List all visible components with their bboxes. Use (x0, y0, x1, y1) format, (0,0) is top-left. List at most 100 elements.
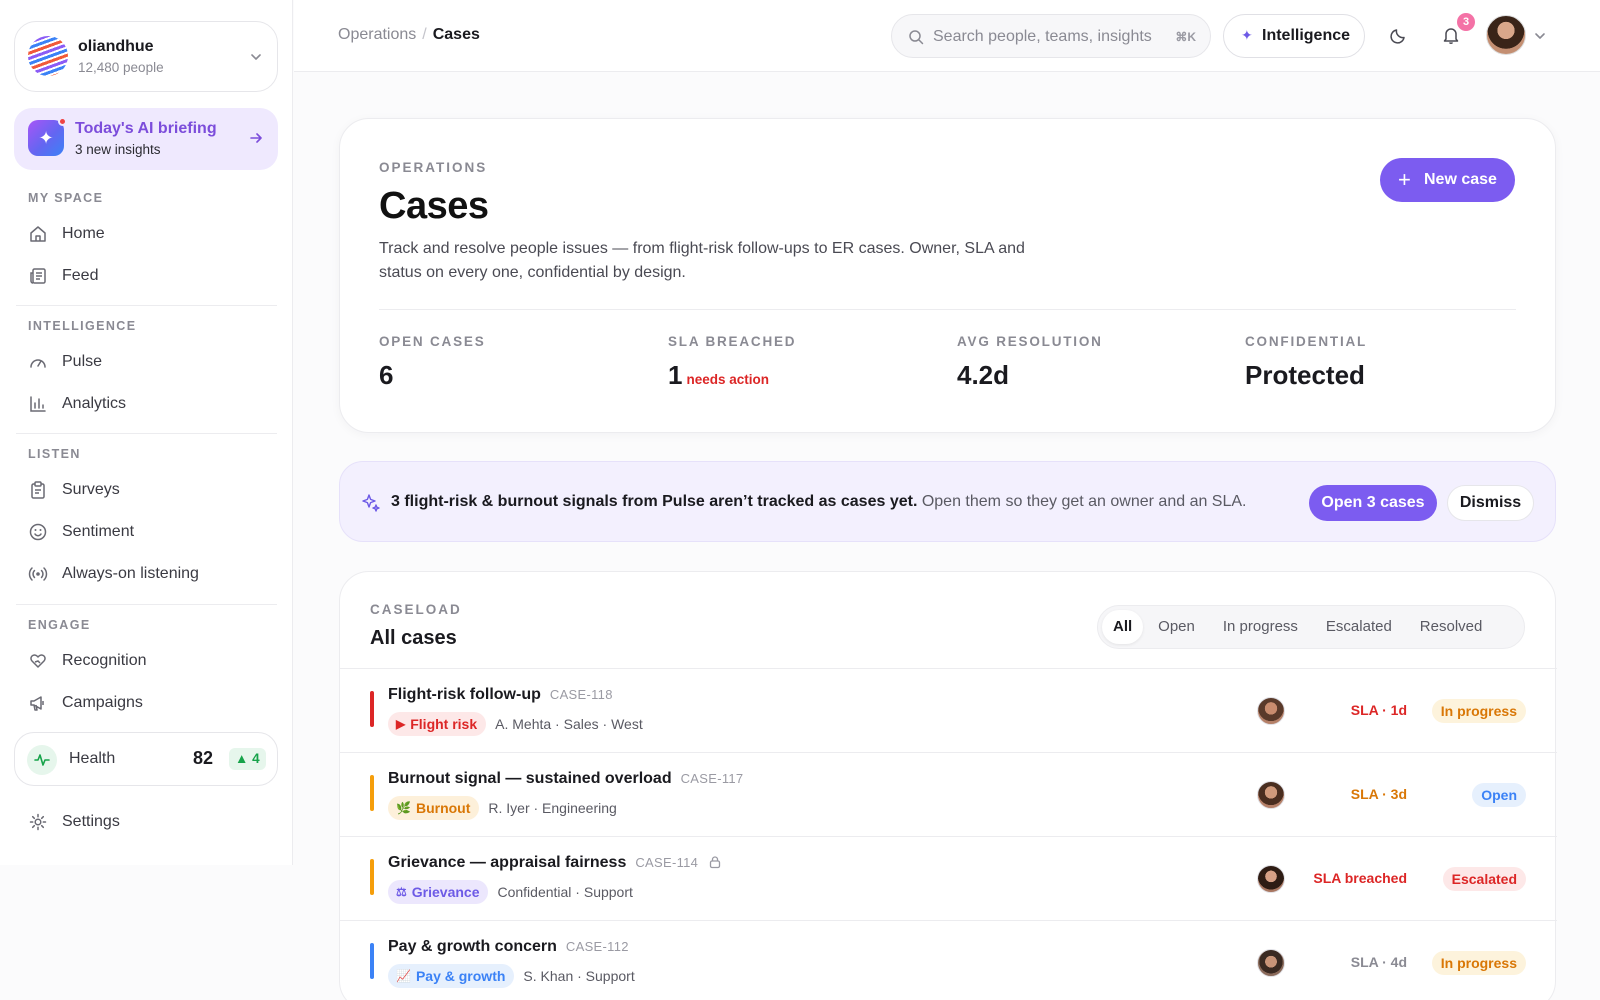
sidebar-item-pulse[interactable]: Pulse (28, 345, 278, 379)
open-cases-button[interactable]: Open 3 cases (1309, 485, 1437, 521)
sidebar-item-campaigns[interactable]: Campaigns (28, 686, 278, 720)
sidebar-item-settings[interactable]: Settings (28, 805, 278, 839)
stat-value: 4.2d (957, 360, 1010, 390)
dismiss-button[interactable]: Dismiss (1447, 485, 1534, 521)
heart-hand-icon (30, 654, 46, 668)
case-tag-label: Flight risk (410, 716, 478, 732)
breadcrumb-operations[interactable]: Operations (338, 26, 416, 43)
caseload-title: All cases (370, 627, 457, 649)
section-label-listen: LISTEN (28, 447, 81, 461)
stat-avg-resolution: AVG RESOLUTION 4.2d (957, 334, 1103, 391)
search-placeholder: Search people, teams, insights (933, 28, 1152, 45)
banner-message: 3 flight-risk & burnout signals from Pul… (391, 493, 1247, 511)
search-shortcut: ⌘K (1175, 30, 1196, 44)
case-meta: Confidential · Support (497, 884, 633, 900)
pulse-signals-banner: 3 flight-risk & burnout signals from Pul… (339, 461, 1556, 542)
trend-up-icon: 📈 (396, 969, 411, 983)
case-id: CASE-118 (549, 687, 613, 702)
stat-label: AVG RESOLUTION (957, 334, 1103, 349)
tab-in-progress[interactable]: In progress (1210, 610, 1311, 644)
tab-resolved[interactable]: Resolved (1407, 610, 1496, 644)
sidebar-item-surveys[interactable]: Surveys (28, 473, 278, 507)
intelligence-button[interactable]: ✦ Intelligence (1223, 14, 1365, 58)
case-title: Pay & growth concern (388, 938, 557, 955)
caseload-eyebrow: CASELOAD (370, 602, 462, 617)
status-filter-tabs: All Open In progress Escalated Resolved (1097, 605, 1525, 649)
case-row[interactable]: Burnout signal — sustained overload CASE-… (340, 752, 1557, 836)
owner-avatar[interactable] (1257, 949, 1285, 977)
sla-indicator: SLA · 3d (1350, 786, 1407, 802)
banner-sub-text: Open them so they get an owner and an SL… (917, 493, 1247, 510)
scales-icon: ⚖ (396, 885, 407, 899)
top-bar: Operations / Cases Search people, teams, i… (294, 0, 1600, 72)
health-score-card[interactable]: Health 82 ▲ 4 (14, 732, 278, 786)
sidebar: oliandhue 12,480 people ✦ Today's AI bri… (0, 0, 293, 865)
case-id: CASE-117 (680, 771, 744, 786)
sla-indicator: SLA · 4d (1350, 954, 1407, 970)
case-tag: 📈 Pay & growth (388, 964, 515, 988)
leaf-icon: 🌿 (396, 801, 411, 815)
broadcast-icon (28, 567, 48, 581)
section-label-intelligence: INTELLIGENCE (28, 319, 137, 333)
case-row[interactable]: Flight-risk follow-up CASE-118 ▶ Flight ri… (340, 668, 1557, 752)
sidebar-item-label: Recognition (62, 652, 147, 669)
section-label-engage: ENGAGE (28, 618, 91, 632)
sidebar-item-label: Campaigns (62, 694, 143, 711)
chevron-down-icon[interactable] (1534, 30, 1546, 42)
new-case-button[interactable]: + New case (1380, 158, 1515, 202)
stat-label: SLA BREACHED (668, 334, 797, 349)
tab-open[interactable]: Open (1145, 610, 1208, 644)
case-title: Flight-risk follow-up (388, 686, 541, 703)
sla-indicator: SLA · 1d (1350, 702, 1407, 718)
owner-avatar[interactable] (1257, 781, 1285, 809)
stat-confidential: CONFIDENTIAL Protected (1245, 334, 1367, 391)
gauge-icon (30, 359, 46, 368)
sidebar-item-label: Settings (62, 813, 120, 830)
bell-icon[interactable] (1441, 25, 1461, 45)
health-label: Health (69, 750, 116, 767)
clipboard-icon (31, 481, 45, 499)
case-id: CASE-114 (635, 855, 699, 870)
search-input[interactable]: Search people, teams, insights ⌘K (891, 14, 1211, 58)
owner-avatar[interactable] (1257, 865, 1285, 893)
sparkles-icon (362, 494, 380, 512)
sla-indicator: SLA breached (1313, 870, 1407, 886)
priority-bar (370, 775, 374, 811)
breadcrumb-current: Cases (432, 26, 480, 43)
sidebar-item-sentiment[interactable]: Sentiment (28, 515, 278, 549)
case-row[interactable]: Grievance — appraisal fairness CASE-114 ⚖… (340, 836, 1557, 920)
ai-briefing-card[interactable]: ✦ Today's AI briefing 3 new insights (14, 108, 278, 170)
stat-note: needs action (686, 372, 769, 387)
case-tag: ▶ Flight risk (388, 712, 487, 736)
lock-icon (710, 856, 721, 869)
smiley-icon (29, 523, 47, 541)
sidebar-item-feed[interactable]: Feed (28, 259, 278, 293)
case-row[interactable]: Pay & growth concern CASE-112 📈 Pay & grow… (340, 920, 1557, 1000)
sidebar-item-label: Surveys (62, 481, 120, 498)
owner-avatar[interactable] (1257, 697, 1285, 725)
breadcrumb: Operations / Cases (338, 26, 480, 44)
sidebar-item-label: Home (62, 225, 105, 242)
stat-value: 6 (379, 360, 394, 390)
sidebar-item-recognition[interactable]: Recognition (28, 644, 278, 678)
org-switcher[interactable]: oliandhue 12,480 people (14, 21, 278, 92)
home-icon (30, 226, 46, 242)
sidebar-item-home[interactable]: Home (28, 217, 278, 251)
sidebar-item-analytics[interactable]: Analytics (28, 387, 278, 421)
stat-value: Protected (1245, 360, 1365, 390)
priority-bar (370, 691, 374, 727)
status-badge: Open (1472, 783, 1526, 807)
tab-all[interactable]: All (1102, 610, 1144, 644)
moon-icon[interactable] (1389, 25, 1409, 45)
case-title: Burnout signal — sustained overload (388, 770, 672, 787)
case-title: Grievance — appraisal fairness (388, 854, 627, 871)
tab-escalated[interactable]: Escalated (1313, 610, 1405, 644)
status-badge: In progress (1431, 699, 1526, 723)
caseload-card: CASELOAD All cases All Open In progress … (339, 571, 1557, 1000)
feed-icon (30, 268, 46, 284)
case-meta: A. Mehta · Sales · West (495, 716, 643, 732)
sidebar-item-always-on-listening[interactable]: Always-on listening (28, 557, 278, 591)
chevron-down-icon (251, 54, 261, 60)
user-avatar[interactable] (1486, 15, 1526, 55)
breadcrumb-separator: / (422, 26, 427, 43)
